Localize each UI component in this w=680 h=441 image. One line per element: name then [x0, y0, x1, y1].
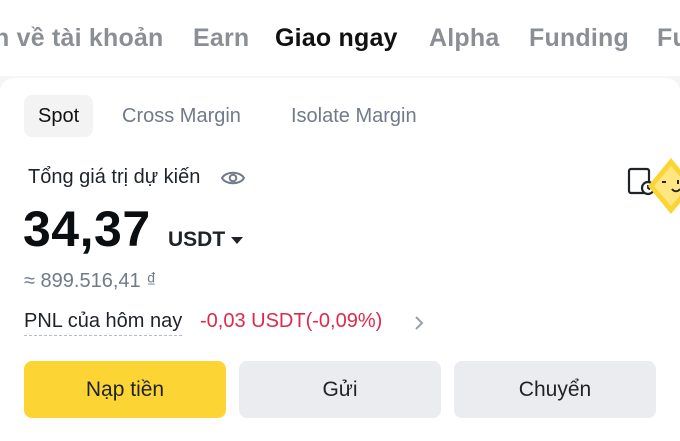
tab-futures[interactable]: Fu — [657, 24, 680, 53]
tab-account-overview[interactable]: n về tài khoản — [0, 24, 164, 53]
pnl-value[interactable]: -0,03 USDT(-0,09%) — [200, 310, 382, 333]
eye-icon[interactable] — [221, 168, 245, 188]
chevron-right-icon[interactable] — [412, 314, 426, 332]
currency-selector[interactable]: USDT — [168, 228, 225, 252]
pnl-label[interactable]: PNL của hôm nay — [24, 310, 183, 336]
subtab-isolate-margin[interactable]: Isolate Margin — [277, 95, 431, 137]
approx-local-value: ≈ 899.516,41 ₫ — [24, 270, 157, 292]
mascot-icon[interactable] — [646, 156, 680, 216]
tab-spot[interactable]: Giao ngay — [275, 24, 398, 53]
deposit-button[interactable]: Nạp tiền — [24, 361, 226, 418]
caret-down-icon[interactable] — [231, 237, 243, 244]
tab-alpha[interactable]: Alpha — [429, 24, 499, 53]
estimated-value-label: Tổng giá trị dự kiến — [28, 166, 201, 188]
send-button[interactable]: Gửi — [239, 361, 441, 418]
top-navigation: n về tài khoản Earn Giao ngay Alpha Fund… — [0, 0, 680, 76]
tab-earn[interactable]: Earn — [193, 24, 249, 53]
subtab-spot[interactable]: Spot — [24, 95, 94, 137]
balance-value: 34,37 — [23, 201, 151, 257]
transfer-button[interactable]: Chuyển — [454, 361, 656, 418]
tab-funding[interactable]: Funding — [529, 24, 629, 53]
subtab-cross-margin[interactable]: Cross Margin — [108, 95, 255, 137]
